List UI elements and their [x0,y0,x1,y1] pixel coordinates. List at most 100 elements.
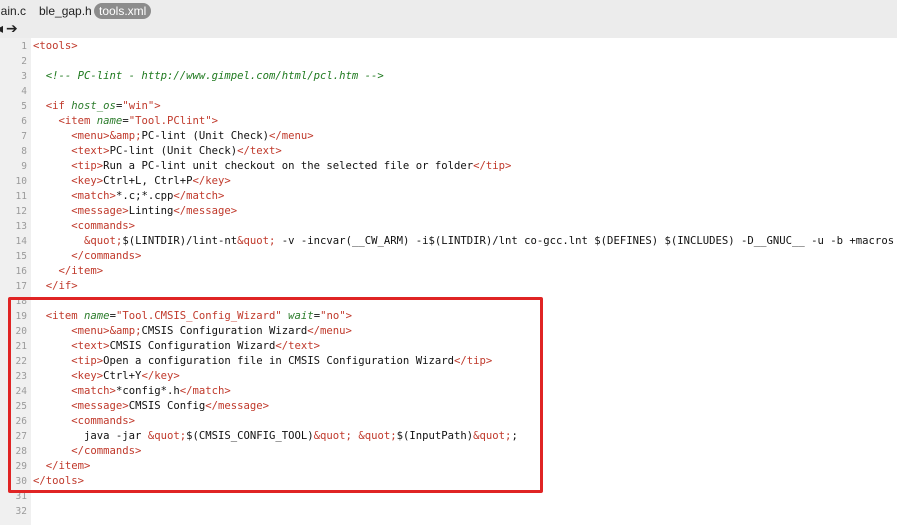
code-token: <tip> [71,355,104,367]
code-token: &quot; [147,430,187,442]
code-token: &quot; [84,235,123,247]
code-token: </menu> [269,130,314,142]
code-line[interactable]: 12 <message>Linting</message> [0,204,897,219]
code-line[interactable]: 3 <!-- PC-lint - http://www.gimpel.com/h… [0,69,897,84]
code-line[interactable]: 14 &quot;$(LINTDIR)/lint-nt&quot; -v -in… [0,234,897,249]
line-number: 2 [21,56,27,67]
code-text: <key>Ctrl+Y</key> [33,369,179,384]
code-line[interactable]: 7 <menu>&amp;PC-lint (Unit Check)</menu> [0,129,897,144]
code-line[interactable]: 9 <tip>Run a PC-lint unit checkout on th… [0,159,897,174]
code-line[interactable]: 23 <key>Ctrl+Y</key> [0,369,897,384]
line-number: 17 [15,281,27,292]
tab-ble-gap-h[interactable]: ble_gap.h [39,3,92,19]
code-text: <text>CMSIS Configuration Wizard</text> [33,339,320,354]
code-line[interactable]: 18 [0,294,897,309]
line-number: 7 [21,131,27,142]
code-line[interactable]: 16 </item> [0,264,897,279]
code-line[interactable]: 5 <if host_os="win"> [0,99,897,114]
code-line[interactable]: 22 <tip>Open a configuration file in CMS… [0,354,897,369]
code-line[interactable]: 30 </tools> [0,474,897,489]
code-line[interactable]: 25 <message>CMSIS Config</message> [0,399,897,414]
code-text: <match>*.c;*.cpp</match> [33,189,224,204]
code-line[interactable]: 1 <tools> [0,39,897,54]
code-token: </item> [58,265,104,277]
code-token: </tip> [473,160,512,172]
line-number: 9 [21,161,27,172]
code-token: &amp; [109,130,142,142]
line-number: 20 [15,326,27,337]
code-token: CMSIS Config [128,400,206,412]
back-arrow-icon[interactable]: ◂ [0,21,3,37]
code-line[interactable]: 29 </item> [0,459,897,474]
code-token: <commands> [71,415,136,427]
code-token: </commands> [71,445,142,457]
code-line[interactable]: 15 </commands> [0,249,897,264]
code-text: </item> [33,459,91,474]
code-token: name [96,115,123,127]
line-number: 8 [21,146,27,157]
code-line[interactable]: 6 <item name="Tool.PClint"> [0,114,897,129]
code-token: PC-lint (Unit Check) [141,130,270,142]
code-line[interactable]: 13 <commands> [0,219,897,234]
code-text: java -jar &quot;$(CMSIS_CONFIG_TOOL)&quo… [33,429,518,444]
tab-main-c[interactable]: nain.c [0,3,26,19]
forward-arrow-icon[interactable]: ➔ [6,21,18,37]
code-token: &quot; [358,430,397,442]
code-token: <text> [71,145,110,157]
line-number: 27 [15,431,27,442]
code-text: </item> [33,264,104,279]
code-line[interactable]: 17 </if> [0,279,897,294]
code-token: </match> [173,190,225,202]
code-line[interactable]: 32 [0,504,897,519]
code-token: </menu> [307,325,352,337]
code-token: *config*.h [115,385,180,397]
code-line[interactable]: 27 java -jar &quot;$(CMSIS_CONFIG_TOOL)&… [0,429,897,444]
code-line[interactable]: 28 </commands> [0,444,897,459]
code-line[interactable]: 31 [0,489,897,504]
code-line[interactable]: 2 [0,54,897,69]
code-token: $(CMSIS_CONFIG_TOOL) [186,430,314,442]
code-token: <menu> [71,325,110,337]
line-number: 11 [15,191,27,202]
code-token: <match> [71,190,116,202]
code-text: </commands> [33,444,141,459]
code-line[interactable]: 8 <text>PC-lint (Unit Check)</text> [0,144,897,159]
line-number: 25 [15,401,27,412]
code-token: </text> [237,145,282,157]
code-line[interactable]: 10 <key>Ctrl+L, Ctrl+P</key> [0,174,897,189]
line-number: 24 [15,386,27,397]
line-number: 26 [15,416,27,427]
code-token: </key> [192,175,231,187]
code-line[interactable]: 11 <match>*.c;*.cpp</match> [0,189,897,204]
code-line[interactable]: 26 <commands> [0,414,897,429]
code-text: <menu>&amp;CMSIS Configuration Wizard</m… [33,324,352,339]
code-text: <message>CMSIS Config</message> [33,399,269,414]
code-token: </message> [173,205,238,217]
code-token: </text> [275,340,321,352]
code-token: "Tool.PClint" [128,115,212,127]
code-line[interactable]: 19 <item name="Tool.CMSIS_Config_Wizard"… [0,309,897,324]
code-editor[interactable]: 1 <tools> 2 3 <!-- PC-lint - http://www.gim… [0,38,897,525]
code-line[interactable]: 21 <text>CMSIS Configuration Wizard</tex… [0,339,897,354]
code-token: <tip> [71,160,104,172]
tab-tools-xml[interactable]: tools.xml [94,3,152,19]
code-line[interactable]: 20 <menu>&amp;CMSIS Configuration Wizard… [0,324,897,339]
code-token: </tip> [453,355,493,367]
code-line[interactable]: 24 <match>*config*.h</match> [0,384,897,399]
line-number: 3 [21,71,27,82]
code-token: <match> [71,385,116,397]
line-number: 31 [15,491,27,502]
code-token: "Tool.CMSIS_Config_Wizard" [115,310,282,322]
code-token: <item [45,310,85,322]
code-line[interactable]: 4 [0,84,897,99]
